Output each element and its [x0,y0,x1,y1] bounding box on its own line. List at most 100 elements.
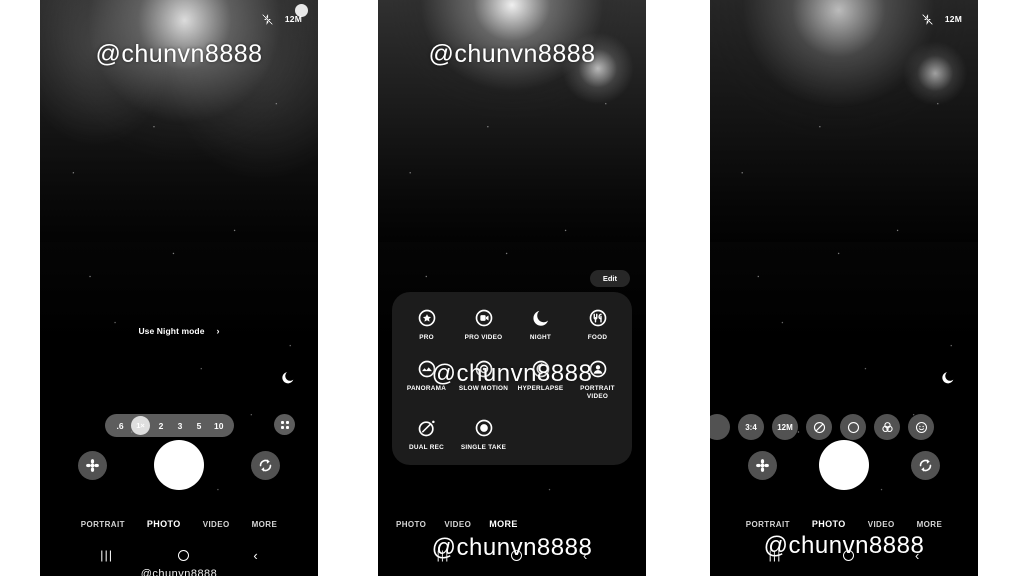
stars-overlay-2 [378,0,646,576]
mode-label-hyperlapse: HYPERLAPSE [517,384,564,392]
hyperlapse-icon [531,359,551,379]
mode-item-hyperlapse[interactable]: HYPERLAPSE [512,359,569,402]
mode-label-food: FOOD [587,334,608,341]
edit-modes-button[interactable]: Edit [589,270,630,287]
mode-item-single-take[interactable]: SINGLE TAKE [455,418,512,453]
recents-icon-1[interactable]: ||| [100,549,113,561]
shutter-icon-3[interactable] [819,440,869,490]
home-icon-3[interactable] [842,549,854,561]
status-bar-1: 12M [40,8,318,30]
partial-icon[interactable] [710,414,730,440]
moon-icon-3[interactable] [940,370,956,386]
mode-tab-photo-3[interactable]: PHOTO [812,519,846,529]
zoom-option-2[interactable]: 2 [153,418,169,434]
mode-label-dual-rec: DUAL REC [409,443,444,451]
mode-tab-more-2[interactable]: MORE [489,519,518,529]
mode-label-portrait-video: PORTRAIT VIDEO [580,384,615,401]
back-icon-1[interactable]: ‹ [253,549,257,562]
mode-tab-portrait-3[interactable]: PORTRAIT [746,520,790,529]
chevron-right-icon: › [216,326,220,336]
face-effect-icon[interactable] [908,414,934,440]
mode-label-single-take: SINGLE TAKE [460,443,507,451]
camera-viewfinder-2[interactable] [378,0,646,576]
mode-label-slow-motion: SLOW MOTION [458,384,509,392]
zoom-option-0[interactable]: .6 [112,418,128,434]
night-mode-suggestion[interactable]: Use Night mode › [40,326,318,336]
night-icon [531,308,551,328]
mode-label-pro-video: PRO VIDEO [464,334,503,341]
camera-mode-tabs-3[interactable]: PORTRAIT PHOTO VIDEO MORE [710,516,978,532]
home-icon-2[interactable] [510,549,522,561]
mode-tab-more-3[interactable]: MORE [917,520,943,529]
mode-item-panorama[interactable]: PANORAMA [398,359,455,402]
mode-item-portrait-video[interactable]: PORTRAIT VIDEO [569,359,626,402]
pro-icon [417,308,437,328]
phone-screen-2: @chunvn8888 Edit PRO PRO VIDEO NIGHT FOO… [378,0,646,576]
recents-icon-2[interactable]: ||| [437,549,450,561]
gallery-flower-icon[interactable] [78,451,107,480]
home-icon-1[interactable] [177,549,189,561]
resolution-icon[interactable]: 12M [772,414,798,440]
moon-icon[interactable] [280,370,296,386]
mode-label-pro: PRO [419,334,434,341]
zoom-option-4[interactable]: 5 [191,418,207,434]
zoom-option-1[interactable]: 1× [131,416,150,435]
mode-tab-video-1[interactable]: VIDEO [203,520,230,529]
mode-tab-photo-1[interactable]: PHOTO [147,519,181,529]
mode-tab-video-3[interactable]: VIDEO [868,520,895,529]
night-mode-suggestion-label: Use Night mode [138,326,205,336]
android-navigation-bar-1[interactable]: ||| ‹ [40,542,318,568]
aspect-ratio-icon[interactable]: 3:4 [738,414,764,440]
single-take-icon [474,418,494,438]
pro-video-icon [474,308,494,328]
food-icon [588,308,608,328]
mode-item-dual-rec[interactable]: DUAL REC [398,418,455,453]
zoom-option-3[interactable]: 3 [172,418,188,434]
mode-tab-video-2[interactable]: VIDEO [444,520,471,529]
camera-mode-tabs-2[interactable]: PHOTO VIDEO MORE [378,516,646,532]
phone-screen-3: 12M 3:4 12M PORTRAIT PHOTO VIDEO MORE ||… [710,0,978,576]
panorama-icon [417,359,437,379]
recents-icon-3[interactable]: ||| [769,549,782,561]
slow-motion-icon [474,359,494,379]
motion-photo-icon[interactable] [840,414,866,440]
mode-tab-photo-2[interactable]: PHOTO [396,520,426,529]
mode-item-pro-video[interactable]: PRO VIDEO [455,308,512,343]
grid-icon[interactable] [274,414,295,435]
shutter-icon[interactable] [154,440,204,490]
camera-more-modes-panel: PRO PRO VIDEO NIGHT FOOD PANORAMA SLOW M… [392,292,632,465]
modes-grid: PRO PRO VIDEO NIGHT FOOD PANORAMA SLOW M… [398,308,626,453]
mode-item-slow-motion[interactable]: SLOW MOTION [455,359,512,402]
status-bar-3: 12M [710,8,978,30]
flash-off-icon-3[interactable] [921,13,934,26]
gallery-flower-icon-3[interactable] [748,451,777,480]
phone-screen-1: 12M @chunvn8888 Use Night mode › .6 1× 2… [40,0,318,576]
flash-off-icon[interactable] [261,13,274,26]
android-navigation-bar-2[interactable]: ||| ‹ [378,542,646,568]
back-icon-3[interactable]: ‹ [915,549,919,562]
portrait-video-icon [588,359,608,379]
camera-settings-row[interactable]: 3:4 12M [710,414,974,440]
zoom-option-5[interactable]: 10 [210,418,227,434]
mode-tab-portrait-1[interactable]: PORTRAIT [81,520,125,529]
resolution-indicator-1[interactable]: 12M [285,14,302,24]
timer-off-icon[interactable] [806,414,832,440]
mode-label-night: NIGHT [529,334,552,341]
resolution-indicator-3[interactable]: 12M [945,14,962,24]
android-navigation-bar-3[interactable]: ||| ‹ [710,542,978,568]
zoom-level-selector[interactable]: .6 1× 2 3 5 10 [105,414,235,437]
color-filter-icon[interactable] [874,414,900,440]
shutter-controls-1 [40,440,318,502]
camera-mode-tabs-1[interactable]: PORTRAIT PHOTO VIDEO MORE [40,516,318,532]
switch-camera-icon-3[interactable] [911,451,940,480]
back-icon-2[interactable]: ‹ [583,549,587,562]
shutter-controls-3 [710,440,978,502]
dual-rec-icon [417,418,437,438]
switch-camera-icon[interactable] [251,451,280,480]
mode-item-food[interactable]: FOOD [569,308,626,343]
mode-label-panorama: PANORAMA [406,384,447,392]
mode-tab-more-1[interactable]: MORE [252,520,278,529]
mode-item-pro[interactable]: PRO [398,308,455,343]
screenshot-stage: 12M @chunvn8888 Use Night mode › .6 1× 2… [0,0,1024,576]
mode-item-night[interactable]: NIGHT [512,308,569,343]
